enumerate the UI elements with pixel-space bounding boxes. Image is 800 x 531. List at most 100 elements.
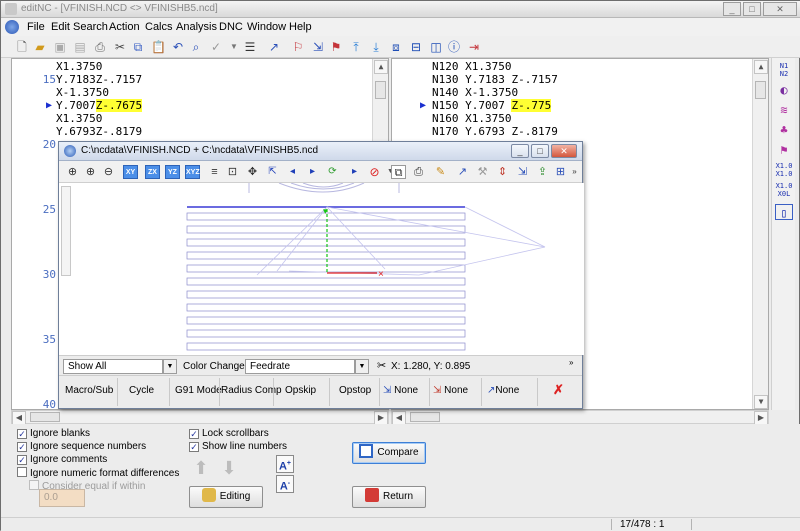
scroll-left-arrow-icon[interactable]: ◀ xyxy=(392,411,406,425)
export-icon[interactable]: ⇪ xyxy=(535,165,550,179)
probe-icon[interactable]: ↗ xyxy=(455,165,470,179)
return-button[interactable]: Return xyxy=(352,486,426,508)
tool-icon[interactable]: ⚒ xyxy=(475,165,490,179)
menu-analysis[interactable]: Analysis xyxy=(176,21,217,33)
menu-help[interactable]: Help xyxy=(289,21,312,33)
none-filter-button-3[interactable]: ↗None xyxy=(487,385,519,396)
scroll-down-arrow-icon[interactable]: ▼ xyxy=(754,395,768,409)
ignore-blanks-checkbox[interactable]: ✓ Ignore blanks xyxy=(17,428,90,441)
code-line[interactable]: N120 X1.3750 xyxy=(432,60,511,73)
viewer-close-button[interactable]: ✕ xyxy=(551,144,577,158)
pan-icon[interactable]: ✥ xyxy=(245,165,260,179)
close-button[interactable]: ✕ xyxy=(763,2,797,16)
paste-icon[interactable]: 📋 xyxy=(151,40,166,54)
menu-action[interactable]: Action xyxy=(109,21,140,33)
toolpath-canvas[interactable]: × ▾ xyxy=(59,182,577,355)
right-vertical-scrollbar[interactable]: ▲ ▼ xyxy=(752,59,768,409)
dimension-icon[interactable]: ⇕ xyxy=(495,165,510,179)
viewer-maximize-button[interactable]: □ xyxy=(531,144,549,158)
backplot-viewer-window[interactable]: C:\ncdata\VFINISH.NCD + C:\ncdata\VFINIS… xyxy=(58,141,584,409)
viewer-title-bar[interactable]: C:\ncdata\VFINISH.NCD + C:\ncdata\VFINIS… xyxy=(59,142,582,161)
macro-sub-filter-button[interactable]: Macro/Sub xyxy=(65,385,113,396)
ignore-comments-checkbox[interactable]: ✓ Ignore comments xyxy=(17,454,107,467)
stop-icon[interactable]: ⊘ xyxy=(367,165,382,179)
format-icon[interactable]: X1.0 X0L xyxy=(775,182,793,198)
new-file-icon[interactable]: 🗋 xyxy=(15,40,29,54)
cycle-filter-button[interactable]: Cycle xyxy=(129,385,154,396)
code-line[interactable]: N130 Y.7183 Z-.7157 xyxy=(432,73,558,86)
checkbox-box[interactable]: ✓ xyxy=(189,442,199,452)
move-up-icon[interactable]: ⤒ xyxy=(349,40,363,54)
checkbox-box[interactable]: ✓ xyxy=(17,442,27,452)
checkbox-box[interactable] xyxy=(29,480,39,490)
split-view-icon[interactable]: ⧈ xyxy=(389,40,403,54)
scroll-right-arrow-icon[interactable]: ▶ xyxy=(374,411,388,425)
show-line-numbers-checkbox[interactable]: ✓ Show line numbers xyxy=(189,441,287,454)
checkbox-box[interactable]: ✓ xyxy=(189,429,199,439)
checkbox-box[interactable]: ✓ xyxy=(17,455,27,465)
scroll-thumb[interactable] xyxy=(755,81,766,99)
scroll-thumb[interactable] xyxy=(375,81,386,99)
viewer-minimize-button[interactable]: _ xyxy=(511,144,529,158)
minimize-button[interactable]: _ xyxy=(723,2,741,16)
menu-calcs[interactable]: Calcs xyxy=(145,21,173,33)
window-icon[interactable]: ◫ xyxy=(429,40,443,54)
maximize-button[interactable]: □ xyxy=(743,2,761,16)
right-horizontal-scrollbar[interactable]: ◀ ▶ xyxy=(391,410,769,425)
code-line[interactable]: Y.7183Z-.7157 xyxy=(56,73,142,86)
none-filter-button-2[interactable]: ⇲ None xyxy=(433,385,468,396)
editing-button[interactable]: Editing xyxy=(189,486,263,508)
menu-dnc[interactable]: DNC xyxy=(219,21,243,33)
code-line[interactable]: X1.3750 xyxy=(56,112,102,125)
tolerance-field[interactable]: 0.0 xyxy=(39,489,85,507)
code-line[interactable]: N160 X1.3750 xyxy=(432,112,511,125)
scroll-right-arrow-icon[interactable]: ▶ xyxy=(754,411,768,425)
lines-icon[interactable]: ≡ xyxy=(207,165,222,179)
opstop-filter-button[interactable]: Opstop xyxy=(339,385,371,396)
menu-edit[interactable]: Edit xyxy=(51,21,70,33)
ignore-numeric-format-checkbox[interactable]: Ignore numeric format differences xyxy=(17,467,179,480)
undo-icon[interactable]: ↶ xyxy=(171,40,185,54)
step-forward-icon[interactable]: ▸ xyxy=(305,165,320,179)
options-overflow-icon[interactable]: » xyxy=(569,358,573,367)
view-xy-button[interactable]: XY xyxy=(123,165,138,179)
panel-icon[interactable]: ▯ xyxy=(775,204,793,220)
decrease-font-icon[interactable]: A- xyxy=(276,475,294,493)
g91-mode-filter-button[interactable]: G91 Mode xyxy=(175,385,222,396)
code-line[interactable]: X1.3750 xyxy=(56,60,102,73)
code-line[interactable]: Y.6793Z-.8179 xyxy=(56,125,142,138)
checkbox-box[interactable]: ✓ xyxy=(17,429,27,439)
print-icon[interactable]: ⎙ xyxy=(411,165,426,179)
menu-window[interactable]: Window xyxy=(247,21,286,33)
menu-search[interactable]: Search xyxy=(73,21,108,33)
zoom-fit-icon[interactable]: ⊕ xyxy=(65,165,80,179)
save-icon[interactable]: ▣ xyxy=(53,40,67,54)
sequence-numbers-icon[interactable]: N1 N2 xyxy=(775,62,793,78)
color-change-dropdown-icon[interactable]: ▼ xyxy=(355,359,369,374)
exit-icon[interactable]: ⇥ xyxy=(467,40,481,54)
copy-view-icon[interactable]: ⧉ xyxy=(391,165,406,179)
code-line-current[interactable]: Y.7007Z-.7675 xyxy=(56,99,143,112)
insert-icon[interactable]: ⇲ xyxy=(311,40,325,54)
move-down-icon[interactable]: ⤓ xyxy=(369,40,383,54)
spacing-icon[interactable]: ≋ xyxy=(775,102,793,118)
canvas-vertical-scrollbar[interactable] xyxy=(577,183,584,355)
flag-icon[interactable]: ⚑ xyxy=(329,40,343,54)
view-xyz-button[interactable]: XYZ xyxy=(185,165,200,179)
tool-icon[interactable]: ♣ xyxy=(775,122,793,138)
wrench-icon[interactable]: ✎ xyxy=(433,165,448,179)
scroll-thumb[interactable] xyxy=(30,412,60,422)
canvas-scroll-handle[interactable] xyxy=(61,186,71,276)
renumber-icon[interactable]: ↗ xyxy=(267,40,281,54)
show-all-dropdown-icon[interactable]: ▼ xyxy=(163,359,177,374)
cut-icon[interactable]: ✂ xyxy=(113,40,127,54)
frame-icon[interactable]: ⊡ xyxy=(225,165,240,179)
view-yz-button[interactable]: YZ xyxy=(165,165,180,179)
save-all-icon[interactable]: ▤ xyxy=(73,40,87,54)
left-horizontal-scrollbar[interactable]: ◀ ▶ xyxy=(11,410,389,425)
measure-icon[interactable]: ⇲ xyxy=(515,165,530,179)
scale-icon[interactable]: X1.0 X1.0 xyxy=(775,162,793,178)
help-icon[interactable]: ⓘ xyxy=(447,40,461,54)
zoom-in-icon[interactable]: ⊕ xyxy=(83,165,98,179)
increase-font-icon[interactable]: A+ xyxy=(276,455,294,473)
